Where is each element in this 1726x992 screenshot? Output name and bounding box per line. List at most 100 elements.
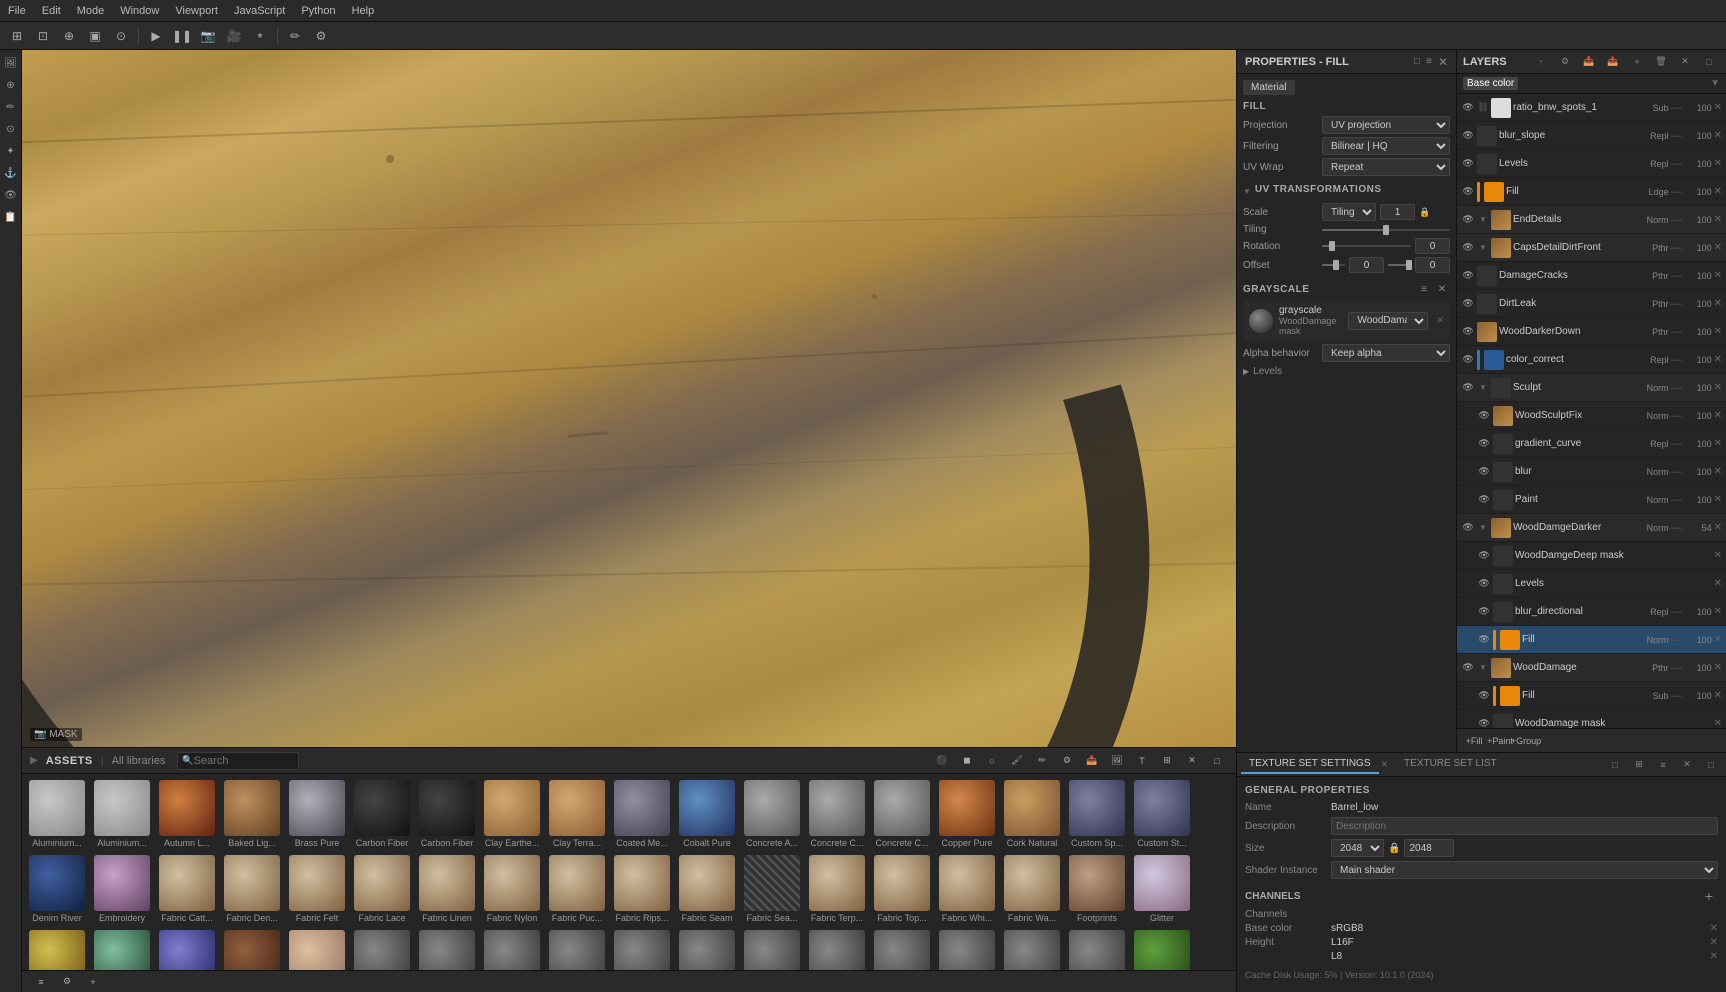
- prop-input-offset-y[interactable]: [1415, 257, 1450, 273]
- asset-item[interactable]: Aluminium...: [91, 778, 153, 850]
- asset-item[interactable]: Iron Ham...: [741, 928, 803, 970]
- asset-item[interactable]: Iron Roug...: [1001, 928, 1063, 970]
- properties-icon-btn-2[interactable]: ≡: [1426, 56, 1432, 67]
- assets-paint-btn[interactable]: ✏: [1031, 750, 1053, 772]
- channel-add-btn[interactable]: +: [1700, 887, 1718, 905]
- prop-select-scale[interactable]: Tiling: [1322, 203, 1376, 221]
- layer-opacity[interactable]: 100: [1684, 607, 1712, 617]
- toolbar-brush-btn[interactable]: ✏: [284, 25, 306, 47]
- layer-delete-btn[interactable]: ✕: [1714, 270, 1722, 281]
- layer-delete-btn[interactable]: ✕: [1714, 578, 1722, 589]
- layer-blend-mode[interactable]: Repl: [1650, 607, 1669, 617]
- menu-file[interactable]: File: [8, 5, 26, 17]
- asset-item[interactable]: Iron Brush...: [351, 928, 413, 970]
- asset-item[interactable]: Gold Pure: [26, 928, 88, 970]
- asset-item[interactable]: Footprints: [1066, 853, 1128, 925]
- layer-lock-icon[interactable]: ⛓: [1477, 102, 1489, 114]
- layer-item[interactable]: 👁▼WoodDamgeDarkerNorm—54✕: [1457, 514, 1726, 542]
- layer-visibility-icon[interactable]: 👁: [1461, 213, 1475, 227]
- layer-opacity[interactable]: 100: [1684, 467, 1712, 477]
- asset-item[interactable]: Concrete C...: [806, 778, 868, 850]
- layer-item[interactable]: 👁FillLdge—100✕: [1457, 178, 1726, 206]
- layer-blend-mode[interactable]: Norm: [1647, 411, 1669, 421]
- layer-item[interactable]: 👁▼WoodDamagePthr—100✕: [1457, 654, 1726, 682]
- assets-search-box[interactable]: 🔍: [177, 752, 298, 770]
- layer-expand-icon[interactable]: ▼: [1477, 522, 1489, 534]
- grayscale-select[interactable]: WoodDamage mask: [1348, 312, 1428, 330]
- layer-visibility-icon[interactable]: 👁: [1477, 689, 1491, 703]
- assets-font-btn[interactable]: T: [1131, 750, 1153, 772]
- size-select-w[interactable]: 2048 1024 4096: [1331, 839, 1384, 857]
- size-lock-icon[interactable]: 🔒: [1388, 843, 1400, 854]
- layers-add-group-btn[interactable]: +Group: [1515, 730, 1537, 752]
- asset-item[interactable]: Fabric Wa...: [1001, 853, 1063, 925]
- layer-delete-btn[interactable]: ✕: [1714, 214, 1722, 225]
- layer-item[interactable]: 👁gradient_curveRepl—100✕: [1457, 430, 1726, 458]
- layer-item[interactable]: 👁WoodDamage mask✕: [1457, 710, 1726, 728]
- layer-opacity[interactable]: 100: [1684, 159, 1712, 169]
- sidebar-btn-1[interactable]: 🖼: [2, 54, 20, 72]
- layer-item[interactable]: 👁FillSub—100✕: [1457, 682, 1726, 710]
- layer-blend-mode[interactable]: Pthr: [1652, 299, 1669, 309]
- assets-collapse-btn[interactable]: ▶: [30, 755, 38, 766]
- channel-dropdown[interactable]: ▼: [1710, 78, 1720, 89]
- texture-tab-icon-1[interactable]: □: [1604, 754, 1626, 776]
- layer-opacity[interactable]: 100: [1684, 271, 1712, 281]
- channel-base-color[interactable]: Base color: [1463, 77, 1518, 90]
- asset-item[interactable]: Concrete A...: [741, 778, 803, 850]
- asset-item[interactable]: Cork Natural: [1001, 778, 1063, 850]
- layer-blend-mode[interactable]: Repl: [1650, 159, 1669, 169]
- asset-item[interactable]: Brass Pure: [286, 778, 348, 850]
- layer-visibility-icon[interactable]: 👁: [1477, 633, 1491, 647]
- properties-close-btn[interactable]: ✕: [1438, 55, 1448, 69]
- layer-visibility-icon[interactable]: 👁: [1477, 717, 1491, 729]
- layer-delete-btn[interactable]: ✕: [1714, 494, 1722, 505]
- sidebar-btn-8[interactable]: 📋: [2, 208, 20, 226]
- prop-select-alpha[interactable]: Keep alpha: [1322, 344, 1450, 362]
- layer-opacity[interactable]: 100: [1684, 411, 1712, 421]
- asset-item[interactable]: Copper Pure: [936, 778, 998, 850]
- layer-blend-mode[interactable]: Norm: [1647, 383, 1669, 393]
- layer-visibility-icon[interactable]: 👁: [1461, 521, 1475, 535]
- layer-blend-mode[interactable]: Pthr: [1652, 327, 1669, 337]
- layer-expand-icon[interactable]: ▼: [1477, 662, 1489, 674]
- assets-brush-btn[interactable]: 🖌: [1006, 750, 1028, 772]
- layer-visibility-icon[interactable]: 👁: [1461, 129, 1475, 143]
- layer-item[interactable]: 👁color_correctRepl—100✕: [1457, 346, 1726, 374]
- assets-import-btn[interactable]: 📥: [1081, 750, 1103, 772]
- layer-opacity[interactable]: 100: [1684, 691, 1712, 701]
- assets-ring-btn[interactable]: ○: [981, 750, 1003, 772]
- layer-delete-btn[interactable]: ✕: [1714, 662, 1722, 673]
- asset-item[interactable]: Iron Pure: [871, 928, 933, 970]
- offset-y-slider[interactable]: [1388, 264, 1411, 266]
- asset-item[interactable]: Graphic S...: [156, 928, 218, 970]
- gen-prop-desc-input[interactable]: [1331, 817, 1718, 835]
- layer-item[interactable]: 👁blur_directionalRepl—100✕: [1457, 598, 1726, 626]
- asset-item[interactable]: Fabric Terp...: [806, 853, 868, 925]
- layer-blend-mode[interactable]: Repl: [1650, 131, 1669, 141]
- layer-delete-btn[interactable]: ✕: [1714, 186, 1722, 197]
- size-input-h[interactable]: [1404, 839, 1454, 857]
- layer-opacity[interactable]: 100: [1684, 187, 1712, 197]
- prop-select-filtering[interactable]: Bilinear | HQ: [1322, 137, 1450, 155]
- layer-visibility-icon[interactable]: 👁: [1461, 269, 1475, 283]
- texture-tab-icon-2[interactable]: ⊞: [1628, 754, 1650, 776]
- sidebar-btn-7[interactable]: 👁: [2, 186, 20, 204]
- layer-delete-btn[interactable]: ✕: [1714, 550, 1722, 561]
- layer-visibility-icon[interactable]: 👁: [1461, 661, 1475, 675]
- layer-blend-mode[interactable]: Pthr: [1652, 243, 1669, 253]
- menu-edit[interactable]: Edit: [42, 5, 61, 17]
- layer-delete-btn[interactable]: ✕: [1714, 326, 1722, 337]
- assets-cube-btn[interactable]: ◼: [956, 750, 978, 772]
- layer-blend-mode[interactable]: Sub: [1653, 691, 1669, 701]
- prop-input-rotation[interactable]: [1415, 238, 1450, 254]
- layer-delete-btn[interactable]: ✕: [1714, 382, 1722, 393]
- asset-item[interactable]: Custom Sp...: [1066, 778, 1128, 850]
- layer-blend-mode[interactable]: Norm: [1647, 215, 1669, 225]
- viewport[interactable]: 📷 MASK: [22, 50, 1236, 747]
- asset-item[interactable]: Human Fa...: [286, 928, 348, 970]
- asset-item[interactable]: Gouache: [91, 928, 153, 970]
- layer-blend-mode[interactable]: Norm: [1647, 635, 1669, 645]
- layer-opacity[interactable]: 54: [1684, 523, 1712, 533]
- asset-item[interactable]: Denim River: [26, 853, 88, 925]
